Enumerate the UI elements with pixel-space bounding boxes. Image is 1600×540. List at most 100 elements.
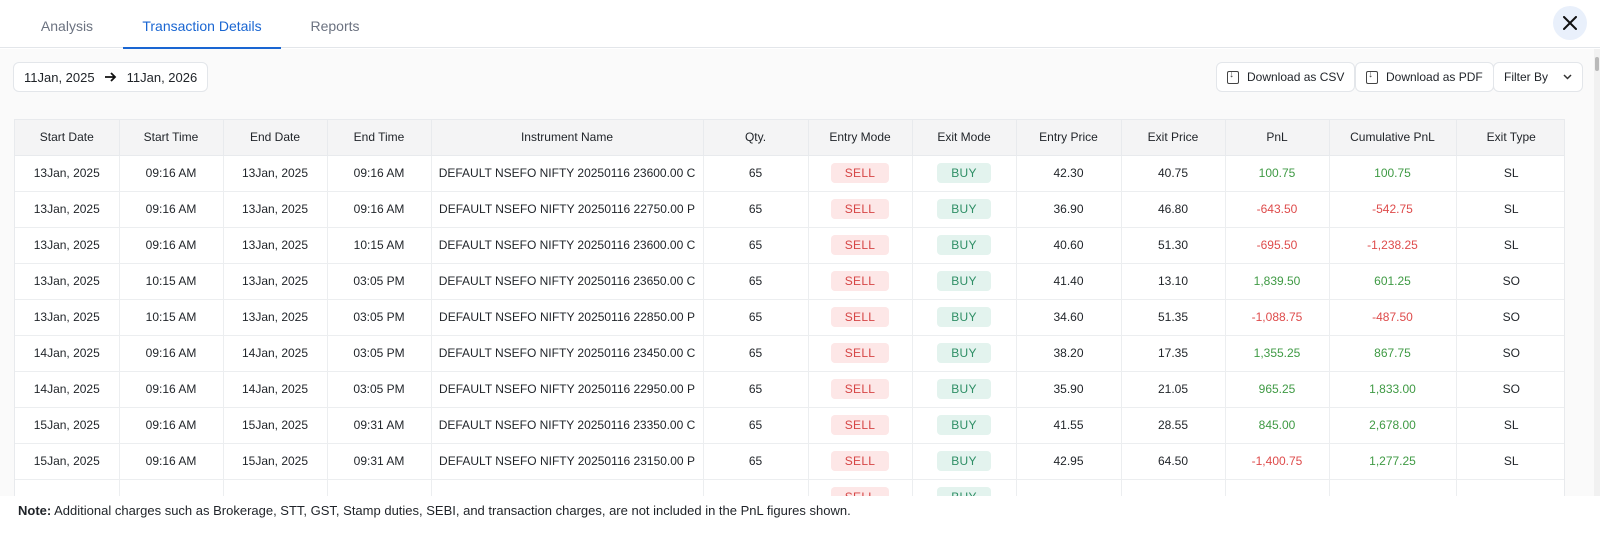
cell-start-date: 13Jan, 2025 — [15, 191, 120, 228]
cell-end-date: 13Jan, 2025 — [223, 263, 328, 300]
cell-exit-price — [1121, 479, 1226, 496]
column-header-entry-mode: Entry Mode — [808, 120, 913, 156]
cell-exit-price: 51.35 — [1121, 299, 1226, 336]
cell-entry-mode: SELL — [808, 443, 913, 480]
cell-pnl: 845.00 — [1225, 407, 1330, 444]
table-row[interactable]: 14Jan, 2025 09:16 AM 14Jan, 2025 03:05 PM DE… — [15, 335, 1564, 372]
table-row[interactable]: 15Jan, 2025 09:16 AM 15Jan, 2025 09:31 AM DE… — [15, 407, 1564, 444]
cell-end-date: 13Jan, 2025 — [223, 155, 328, 192]
table-row[interactable]: SELL BUY — [15, 479, 1564, 496]
date-range-picker[interactable]: 11Jan, 2025 11Jan, 2026 — [13, 62, 209, 92]
cell-exit-mode: BUY — [912, 299, 1017, 336]
scrollbar-thumb[interactable] — [1595, 57, 1599, 71]
column-header-end-time: End Time — [327, 120, 432, 156]
cell-end-date: 13Jan, 2025 — [223, 191, 328, 228]
column-header-exit-type: Exit Type — [1456, 120, 1564, 156]
cell-exit-type: SL — [1456, 443, 1564, 480]
download-pdf-button[interactable]: Download as PDF — [1355, 62, 1494, 92]
exit-mode-badge: BUY — [937, 451, 991, 471]
cell-exit-price: 64.50 — [1121, 443, 1226, 480]
cell-exit-mode: BUY — [912, 335, 1017, 372]
cell-start-time: 09:16 AM — [119, 371, 224, 408]
cell-entry-price — [1016, 479, 1122, 496]
table-row[interactable]: 13Jan, 2025 09:16 AM 13Jan, 2025 10:15 AM DE… — [15, 227, 1564, 264]
exit-mode-badge: BUY — [937, 415, 991, 435]
download-csv-button[interactable]: Download as CSV — [1216, 62, 1356, 92]
cell-cumulative-pnl: -1,238.25 — [1329, 227, 1457, 264]
table-row[interactable]: 13Jan, 2025 09:16 AM 13Jan, 2025 09:16 AM DE… — [15, 191, 1564, 228]
cell-entry-price: 42.30 — [1016, 155, 1122, 192]
cell-entry-mode: SELL — [808, 227, 913, 264]
cell-pnl: 965.25 — [1225, 371, 1330, 408]
cell-end-time: 09:16 AM — [327, 155, 432, 192]
cell-end-date: 14Jan, 2025 — [223, 335, 328, 372]
table-row[interactable]: 15Jan, 2025 09:16 AM 15Jan, 2025 09:31 AM DE… — [15, 443, 1564, 480]
cell-entry-price: 40.60 — [1016, 227, 1122, 264]
cell-cumulative-pnl: 1,277.25 — [1329, 443, 1457, 480]
close-button[interactable] — [1553, 6, 1587, 40]
cell-start-time: 09:16 AM — [119, 155, 224, 192]
cell-end-time: 09:16 AM — [327, 191, 432, 228]
cell-start-time: 09:16 AM — [119, 191, 224, 228]
vertical-scrollbar[interactable] — [1594, 49, 1600, 496]
cell-start-date: 13Jan, 2025 — [15, 155, 120, 192]
cell-start-time: 09:16 AM — [119, 227, 224, 264]
tab-transaction-details[interactable]: Transaction Details — [123, 0, 281, 49]
cell-exit-price: 13.10 — [1121, 263, 1226, 300]
cell-start-date: 13Jan, 2025 — [15, 299, 120, 336]
cell-end-date: 13Jan, 2025 — [223, 299, 328, 336]
table-row[interactable]: 13Jan, 2025 10:15 AM 13Jan, 2025 03:05 PM DE… — [15, 263, 1564, 300]
cell-exit-mode: BUY — [912, 407, 1017, 444]
cell-instrument-name: DEFAULT NSEFO NIFTY 20250116 23350.00 C — [431, 407, 704, 444]
cell-end-date: 14Jan, 2025 — [223, 371, 328, 408]
cell-instrument-name: DEFAULT NSEFO NIFTY 20250116 23150.00 P — [431, 443, 704, 480]
cell-start-time: 09:16 AM — [119, 335, 224, 372]
cell-pnl: -1,088.75 — [1225, 299, 1330, 336]
exit-mode-badge: BUY — [937, 235, 991, 255]
filter-by-dropdown[interactable]: Filter By — [1493, 62, 1583, 92]
cell-exit-mode: BUY — [912, 263, 1017, 300]
cell-qty: 65 — [703, 335, 809, 372]
cell-exit-price: 17.35 — [1121, 335, 1226, 372]
column-header-qty: Qty. — [703, 120, 809, 156]
cell-pnl — [1225, 479, 1330, 496]
cell-pnl: 1,355.25 — [1225, 335, 1330, 372]
cell-qty — [703, 479, 809, 496]
cell-end-time: 03:05 PM — [327, 371, 432, 408]
tab-analysis[interactable]: Analysis — [22, 0, 112, 48]
exit-mode-badge: BUY — [937, 199, 991, 219]
cell-qty: 65 — [703, 191, 809, 228]
download-csv-label: Download as CSV — [1247, 70, 1345, 84]
table-header-row: Start Date Start Time End Date End Time Inst… — [15, 120, 1564, 156]
cell-end-date: 15Jan, 2025 — [223, 407, 328, 444]
cell-instrument-name: DEFAULT NSEFO NIFTY 20250116 22750.00 P — [431, 191, 704, 228]
cell-instrument-name — [431, 479, 704, 496]
cell-entry-mode: SELL — [808, 479, 913, 496]
cell-entry-mode: SELL — [808, 407, 913, 444]
entry-mode-badge: SELL — [830, 415, 890, 435]
cell-instrument-name: DEFAULT NSEFO NIFTY 20250116 23450.00 C — [431, 335, 704, 372]
cell-exit-type: SL — [1456, 407, 1564, 444]
cell-end-time: 09:31 AM — [327, 443, 432, 480]
exit-mode-badge: BUY — [937, 343, 991, 363]
cell-start-date — [15, 479, 120, 496]
cell-exit-type — [1456, 479, 1564, 496]
date-range-end: 11Jan, 2026 — [126, 69, 198, 85]
cell-exit-mode: BUY — [912, 155, 1017, 192]
cell-cumulative-pnl: 867.75 — [1329, 335, 1457, 372]
table-row[interactable]: 14Jan, 2025 09:16 AM 14Jan, 2025 03:05 PM DE… — [15, 371, 1564, 408]
entry-mode-badge: SELL — [830, 343, 890, 363]
cell-start-date: 15Jan, 2025 — [15, 443, 120, 480]
exit-mode-badge: BUY — [937, 307, 991, 327]
cell-cumulative-pnl: 100.75 — [1329, 155, 1457, 192]
column-header-start-time: Start Time — [119, 120, 224, 156]
cell-start-date: 13Jan, 2025 — [15, 263, 120, 300]
table-row[interactable]: 13Jan, 2025 09:16 AM 13Jan, 2025 09:16 AM DE… — [15, 155, 1564, 192]
cell-entry-price: 36.90 — [1016, 191, 1122, 228]
table-row[interactable]: 13Jan, 2025 10:15 AM 13Jan, 2025 03:05 PM DE… — [15, 299, 1564, 336]
cell-qty: 65 — [703, 263, 809, 300]
tab-reports[interactable]: Reports — [290, 0, 380, 48]
transactions-table: Start Date Start Time End Date End Time Inst… — [14, 119, 1565, 496]
cell-cumulative-pnl: 601.25 — [1329, 263, 1457, 300]
cell-exit-type: SL — [1456, 191, 1564, 228]
